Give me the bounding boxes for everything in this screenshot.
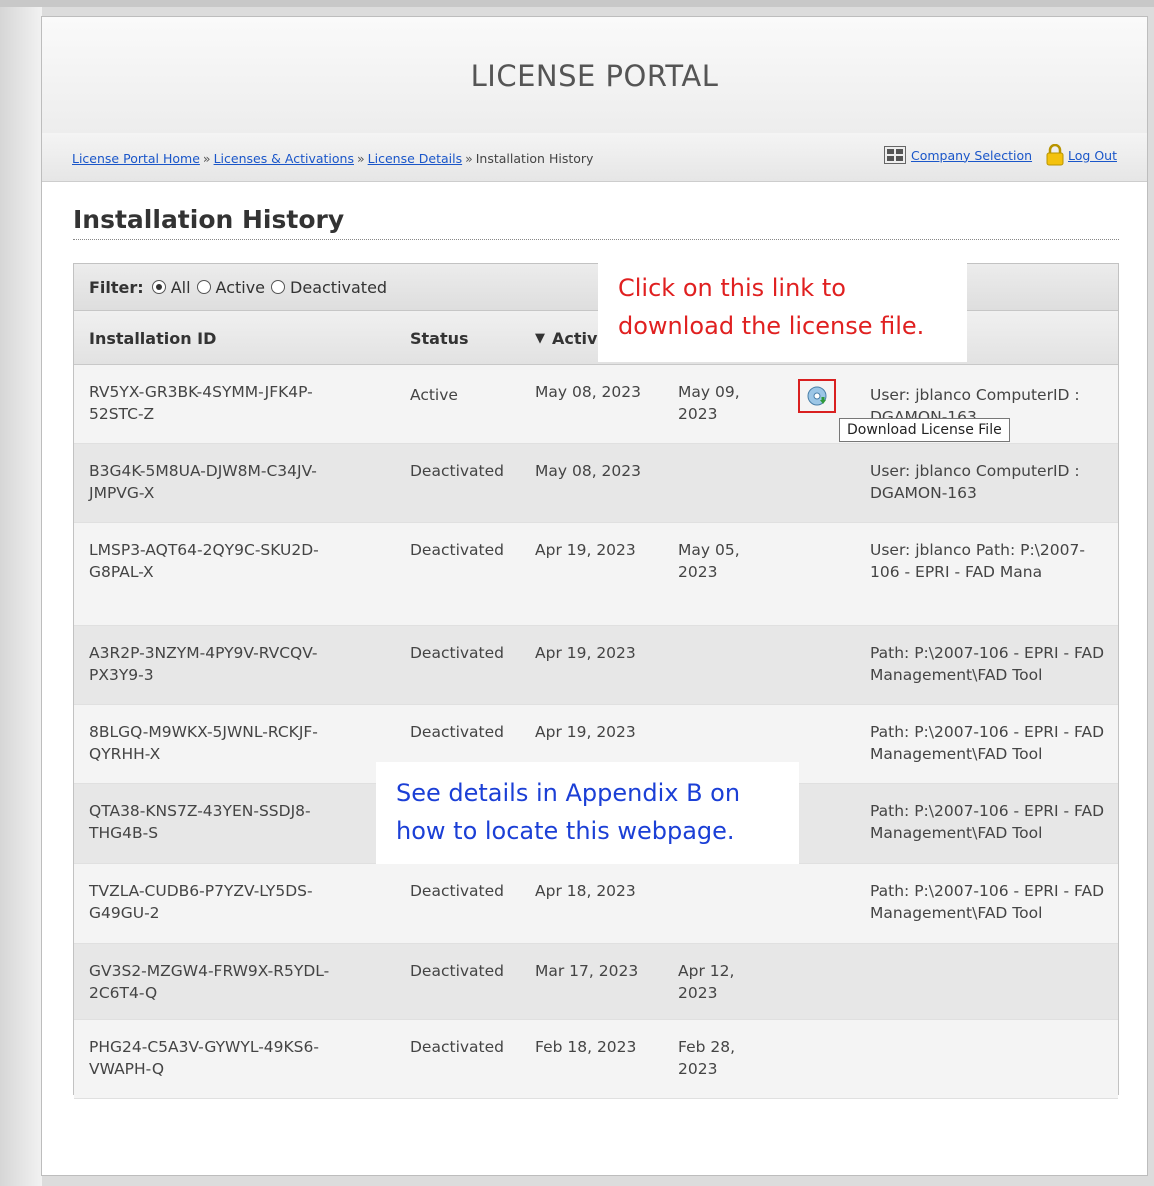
table-row: LMSP3-AQT64-2QY9C-SKU2D-G8PAL-X Deactivat… (74, 523, 1118, 626)
callout-line: how to locate this webpage. (396, 817, 735, 845)
status-cell: Active (410, 386, 458, 404)
activated-date-cell: Apr 19, 2023 (535, 723, 636, 741)
radio-icon[interactable] (271, 280, 286, 294)
status-cell: Deactivated (410, 541, 504, 559)
table-row: PHG24-C5A3V-GYWYL-49KS6-VWAPH-Q Deactivat… (74, 1020, 1118, 1099)
status-cell: Deactivated (410, 723, 504, 741)
installation-id-cell: LMSP3-AQT64-2QY9C-SKU2D-G8PAL-X (89, 541, 319, 581)
installation-id-cell: TVZLA-CUDB6-P7YZV-LY5DS-G49GU-2 (89, 882, 313, 922)
table-body: RV5YX-GR3BK-4SYMM-JFK4P-52STC-Z Active May… (74, 365, 1118, 1099)
sort-desc-icon[interactable]: ▼ (535, 331, 545, 346)
deactivated-date-cell: May 05, 2023 (678, 541, 740, 581)
table-row: TVZLA-CUDB6-P7YZV-LY5DS-G49GU-2 Deactivat… (74, 864, 1118, 944)
table-row: GV3S2-MZGW4-FRW9X-R5YDL-2C6T4-Q Deactivat… (74, 944, 1118, 1020)
filter-all-label: All (170, 277, 191, 297)
installation-id-cell: A3R2P-3NZYM-4PY9V-RVCQV-PX3Y9-3 (89, 644, 318, 684)
portal-page: LICENSE PORTAL License Portal Home» Licen… (41, 16, 1148, 1176)
deactivated-date-cell: May 09, 2023 (678, 383, 740, 423)
lock-icon[interactable] (1046, 143, 1064, 166)
breadcrumb-current: Installation History (475, 151, 594, 166)
status-cell: Deactivated (410, 882, 504, 900)
company-selection-link[interactable]: Company Selection (911, 148, 1032, 163)
installation-id-cell: B3G4K-5M8UA-DJW8M-C34JV-JMPVG-X (89, 462, 317, 502)
page-title: Installation History (73, 205, 1119, 240)
installation-id-cell: 8BLGQ-M9WKX-5JWNL-RCKJF-QYRHH-X (89, 723, 318, 763)
activated-date-cell: May 08, 2023 (535, 383, 641, 401)
installation-id-cell: GV3S2-MZGW4-FRW9X-R5YDL-2C6T4-Q (89, 962, 330, 1002)
radio-selected-icon[interactable] (151, 280, 166, 294)
installation-id-cell: QTA38-KNS7Z-43YEN-SSDJ8-THG4B-S (89, 802, 311, 842)
callout-line: See details in Appendix B on (396, 779, 741, 807)
breadcrumb-home-link[interactable]: License Portal Home (72, 151, 200, 166)
table-row: A3R2P-3NZYM-4PY9V-RVCQV-PX3Y9-3 Deactivat… (74, 626, 1118, 705)
column-header-activated[interactable]: Activ (552, 329, 597, 348)
nav-actions: Company Selection Log Out (883, 143, 1117, 166)
activated-date-cell: Feb 18, 2023 (535, 1038, 637, 1056)
activated-date-cell: Apr 19, 2023 (535, 541, 636, 559)
breadcrumb-separator: » (357, 151, 365, 166)
column-header-installation-id[interactable]: Installation ID (89, 329, 216, 348)
info-cell: User: jblanco ComputerID : DGAMON-163 (870, 462, 1080, 502)
table-row: B3G4K-5M8UA-DJW8M-C34JV-JMPVG-X Deactivat… (74, 444, 1118, 523)
status-cell: Deactivated (410, 1038, 504, 1056)
deactivated-date-cell: Apr 12, 2023 (678, 962, 735, 1002)
breadcrumb-separator: » (202, 151, 211, 166)
info-cell: Path: P:\2007-106 - EPRI - FAD Managemen… (870, 644, 1105, 684)
left-margin (0, 7, 42, 1186)
installation-id-cell: RV5YX-GR3BK-4SYMM-JFK4P-52STC-Z (89, 383, 313, 423)
activated-date-cell: Apr 18, 2023 (535, 882, 636, 900)
activated-date-cell: Apr 19, 2023 (535, 644, 636, 662)
status-cell: Deactivated (410, 962, 504, 980)
logout-link[interactable]: Log Out (1068, 148, 1117, 163)
deactivated-date-cell: Feb 28, 2023 (678, 1038, 736, 1078)
status-cell: Deactivated (410, 462, 504, 480)
breadcrumb-details-link[interactable]: License Details (368, 151, 462, 166)
filter-deactivated-radio[interactable]: Deactivated (271, 278, 387, 297)
breadcrumb-separator: » (465, 151, 473, 166)
activated-date-cell: Mar 17, 2023 (535, 962, 639, 980)
grid-icon[interactable] (883, 146, 906, 164)
nav-bar: License Portal Home» Licenses & Activatio… (42, 133, 1147, 182)
column-header-status[interactable]: Status (410, 329, 469, 348)
filter-all-radio[interactable]: All (151, 277, 191, 297)
breadcrumb: License Portal Home» Licenses & Activatio… (72, 151, 593, 166)
download-license-button[interactable] (798, 379, 836, 413)
info-cell: Path: P:\2007-106 - EPRI - FAD Managemen… (870, 723, 1105, 763)
installation-history-table: Filter: All Active Deactivated Installat… (73, 263, 1119, 1099)
portal-header: LICENSE PORTAL (42, 17, 1147, 134)
portal-title: LICENSE PORTAL (470, 59, 719, 93)
callout-appendix-note: See details in Appendix B on how to loca… (376, 762, 799, 864)
installation-id-cell: PHG24-C5A3V-GYWYL-49KS6-VWAPH-Q (89, 1038, 319, 1078)
filter-active-radio[interactable]: Active (196, 277, 266, 297)
download-disc-icon[interactable] (807, 386, 829, 408)
info-cell: User: jblanco Path: P:\2007-106 - EPRI -… (870, 541, 1085, 581)
filter-deactivated-label: Deactivated (290, 277, 388, 297)
breadcrumb-licenses-link[interactable]: Licenses & Activations (214, 151, 354, 166)
callout-line: Click on this link to (618, 274, 846, 302)
filter-active-label: Active (215, 277, 266, 297)
activated-date-cell: May 08, 2023 (535, 462, 641, 480)
status-cell: Deactivated (410, 644, 504, 662)
info-cell: Path: P:\2007-106 - EPRI - FAD Managemen… (870, 882, 1105, 922)
callout-line: download the license file. (618, 312, 925, 340)
radio-icon[interactable] (196, 280, 211, 294)
window-top-strip (0, 0, 1154, 7)
filter-label: Filter: (89, 277, 144, 297)
callout-download-note: Click on this link to download the licen… (598, 262, 967, 362)
info-cell: Path: P:\2007-106 - EPRI - FAD Managemen… (870, 802, 1105, 842)
download-tooltip: Download License File (839, 418, 1010, 442)
